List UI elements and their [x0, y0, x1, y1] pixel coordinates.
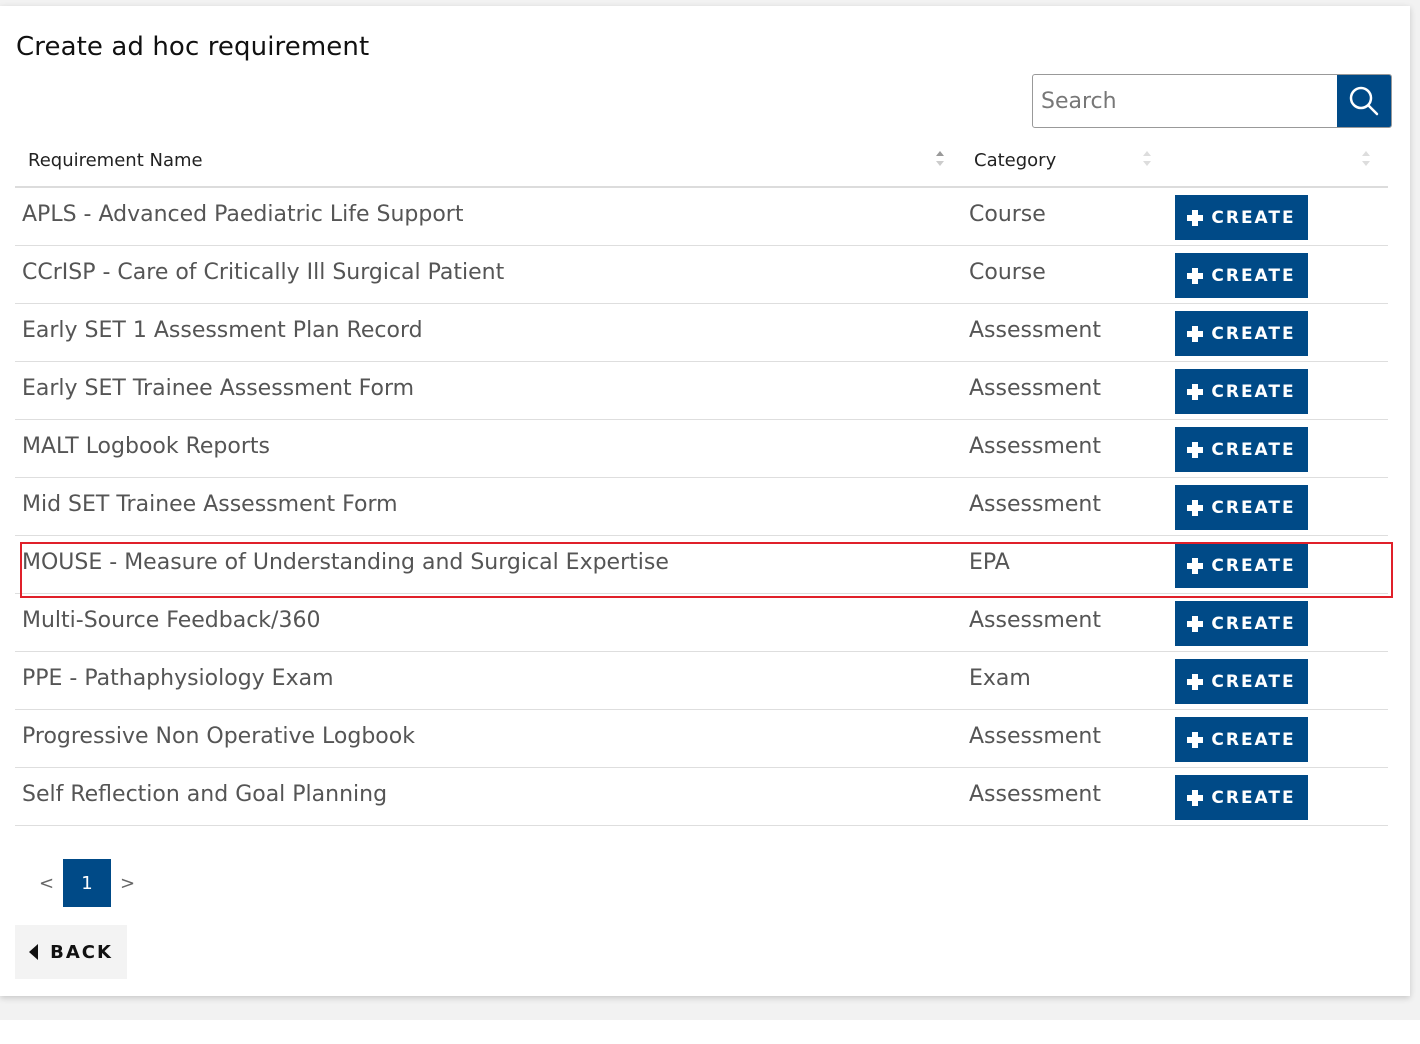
sort-icon[interactable] — [1361, 148, 1371, 170]
search-icon — [1349, 86, 1379, 116]
search-button[interactable] — [1337, 75, 1391, 127]
requirement-name: Early SET 1 Assessment Plan Record — [22, 318, 423, 343]
requirement-name: APLS - Advanced Paediatric Life Support — [22, 202, 464, 227]
table-row: Early SET Trainee Assessment Form Assessm… — [15, 362, 1388, 420]
plus-icon — [1187, 325, 1204, 342]
requirement-category: Exam — [969, 666, 1031, 691]
page-title: Create ad hoc requirement — [16, 32, 370, 62]
requirement-category: Assessment — [969, 318, 1101, 343]
table-row: Multi-Source Feedback/360 Assessment CREAT… — [15, 594, 1388, 652]
requirement-category: Course — [969, 202, 1046, 227]
create-button[interactable]: CREATE — [1175, 775, 1308, 820]
requirement-name: CCrISP - Care of Critically Ill Surgical… — [22, 260, 505, 285]
create-label: CREATE — [1211, 439, 1296, 460]
requirement-category: Assessment — [969, 608, 1101, 633]
pagination-prev[interactable]: < — [30, 873, 63, 894]
create-label: CREATE — [1211, 381, 1296, 402]
plus-icon — [1187, 673, 1204, 690]
requirement-name: PPE - Pathaphysiology Exam — [22, 666, 334, 691]
plus-icon — [1187, 731, 1204, 748]
requirement-category: Assessment — [969, 376, 1101, 401]
pagination-page-current[interactable]: 1 — [63, 859, 111, 907]
create-label: CREATE — [1211, 555, 1296, 576]
requirement-category: Assessment — [969, 492, 1101, 517]
create-button[interactable]: CREATE — [1175, 311, 1308, 356]
header-requirement-name[interactable]: Requirement Name — [28, 150, 203, 171]
back-button[interactable]: BACK — [15, 925, 127, 979]
plus-icon — [1187, 615, 1204, 632]
table-row: CCrISP - Care of Critically Ill Surgical… — [15, 246, 1388, 304]
table-body: APLS - Advanced Paediatric Life Support C… — [15, 188, 1393, 826]
table-row: MALT Logbook Reports Assessment CREATE — [15, 420, 1388, 478]
requirement-name: Multi-Source Feedback/360 — [22, 608, 321, 633]
create-label: CREATE — [1211, 497, 1296, 518]
search-input[interactable] — [1033, 75, 1337, 127]
create-button[interactable]: CREATE — [1175, 253, 1308, 298]
requirement-name: Progressive Non Operative Logbook — [22, 724, 415, 749]
requirement-category: Assessment — [969, 782, 1101, 807]
requirement-category: Assessment — [969, 434, 1101, 459]
requirements-table: Requirement Name Category APLS - Advance… — [15, 136, 1393, 826]
plus-icon — [1187, 441, 1204, 458]
create-label: CREATE — [1211, 671, 1296, 692]
plus-icon — [1187, 267, 1204, 284]
create-button[interactable]: CREATE — [1175, 427, 1308, 472]
requirement-name: Self Reflection and Goal Planning — [22, 782, 388, 807]
pagination-next[interactable]: > — [111, 873, 144, 894]
create-button[interactable]: CREATE — [1175, 485, 1308, 530]
content-card: Create ad hoc requirement Requirement Na… — [0, 6, 1410, 996]
table-row: Self Reflection and Goal Planning Assessm… — [15, 768, 1388, 826]
table-row: Progressive Non Operative Logbook Assessm… — [15, 710, 1388, 768]
requirement-category: Assessment — [969, 724, 1101, 749]
requirement-name: MOUSE - Measure of Understanding and Sur… — [22, 550, 669, 575]
create-button[interactable]: CREATE — [1175, 369, 1308, 414]
requirement-name: MALT Logbook Reports — [22, 434, 270, 459]
header-category[interactable]: Category — [974, 150, 1056, 171]
create-button[interactable]: CREATE — [1175, 717, 1308, 762]
search-box — [1032, 74, 1392, 128]
requirement-name: Early SET Trainee Assessment Form — [22, 376, 415, 401]
plus-icon — [1187, 209, 1204, 226]
create-label: CREATE — [1211, 729, 1296, 750]
table-row: PPE - Pathaphysiology Exam Exam CREATE — [15, 652, 1388, 710]
plus-icon — [1187, 789, 1204, 806]
table-row: APLS - Advanced Paediatric Life Support C… — [15, 188, 1388, 246]
create-button[interactable]: CREATE — [1175, 195, 1308, 240]
plus-icon — [1187, 383, 1204, 400]
sort-icon[interactable] — [1142, 148, 1152, 170]
create-label: CREATE — [1211, 613, 1296, 634]
requirement-category: Course — [969, 260, 1046, 285]
create-label: CREATE — [1211, 265, 1296, 286]
pagination: < 1 > — [30, 859, 144, 907]
table-row: MOUSE - Measure of Understanding and Sur… — [15, 536, 1393, 598]
back-label: BACK — [50, 941, 113, 963]
plus-icon — [1187, 557, 1204, 574]
plus-icon — [1187, 499, 1204, 516]
table-header: Requirement Name Category — [15, 136, 1388, 188]
create-label: CREATE — [1211, 323, 1296, 344]
table-row: Mid SET Trainee Assessment Form Assessmen… — [15, 478, 1388, 536]
requirement-name: Mid SET Trainee Assessment Form — [22, 492, 398, 517]
create-label: CREATE — [1211, 787, 1296, 808]
table-row: Early SET 1 Assessment Plan Record Assess… — [15, 304, 1388, 362]
caret-left-icon — [29, 944, 39, 960]
create-button[interactable]: CREATE — [1175, 659, 1308, 704]
create-button[interactable]: CREATE — [1175, 543, 1308, 588]
requirement-category: EPA — [969, 550, 1010, 575]
create-label: CREATE — [1211, 207, 1296, 228]
create-button[interactable]: CREATE — [1175, 601, 1308, 646]
sort-icon[interactable] — [935, 148, 945, 170]
